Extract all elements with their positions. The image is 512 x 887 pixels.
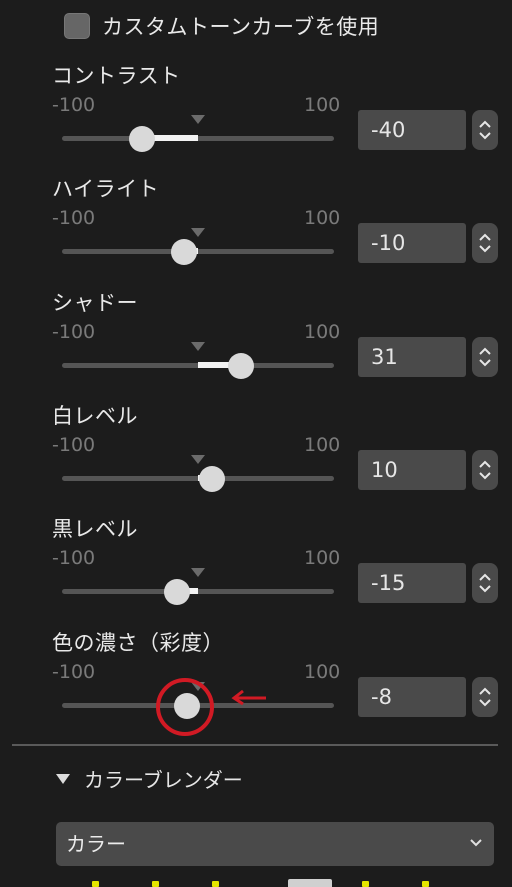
collapse-triangle-icon[interactable] — [56, 773, 70, 784]
color-blender-title: カラーブレンダー — [84, 768, 243, 792]
slider-track[interactable] — [62, 589, 334, 594]
slider-section: コントラスト -100 100 -40 — [0, 60, 512, 174]
section-divider — [12, 744, 498, 746]
default-position-marker — [191, 115, 205, 124]
slider-section: 白レベル -100 100 10 — [0, 400, 512, 514]
slider-thumb[interactable] — [228, 353, 255, 379]
slider-thumb[interactable] — [170, 239, 197, 265]
custom-tone-curve-checkbox[interactable] — [64, 13, 90, 39]
slider-value-input[interactable]: 10 — [358, 450, 466, 490]
swatch-marker — [212, 881, 219, 887]
slider-section: 色の濃さ（彩度） -100 100 -8 — [0, 627, 512, 741]
slider-section: ハイライト -100 100 -10 — [0, 173, 512, 287]
slider-title: シャドー — [52, 291, 138, 315]
color-swatch-strip — [90, 878, 450, 887]
default-position-marker — [191, 455, 205, 464]
chevron-up-icon[interactable] — [478, 232, 492, 242]
slider-section: シャドー -100 100 31 — [0, 287, 512, 401]
slider-section: 黒レベル -100 100 -15 — [0, 513, 512, 627]
chevron-down-icon[interactable] — [478, 698, 492, 708]
slider-min-label: -100 — [52, 321, 96, 343]
chevron-up-icon[interactable] — [478, 119, 492, 129]
slider-max-label: 100 — [304, 321, 341, 343]
slider-min-label: -100 — [52, 547, 96, 569]
value-stepper[interactable] — [472, 110, 498, 150]
slider-max-label: 100 — [304, 434, 341, 456]
slider-thumb[interactable] — [163, 579, 190, 605]
value-stepper[interactable] — [472, 677, 498, 717]
color-blender-header[interactable]: カラーブレンダー — [56, 764, 243, 793]
value-stepper[interactable] — [472, 563, 498, 603]
chevron-down-icon — [470, 839, 482, 847]
slider-min-label: -100 — [52, 207, 96, 229]
slider-min-label: -100 — [52, 434, 96, 456]
custom-tone-curve-label: カスタムトーンカーブを使用 — [102, 15, 380, 39]
slider-max-label: 100 — [304, 94, 341, 116]
slider-min-label: -100 — [52, 661, 96, 683]
chevron-up-icon[interactable] — [478, 686, 492, 696]
slider-max-label: 100 — [304, 547, 341, 569]
chevron-down-icon[interactable] — [478, 358, 492, 368]
slider-title: ハイライト — [52, 177, 160, 201]
slider-max-label: 100 — [304, 661, 341, 683]
slider-value-input[interactable]: -10 — [358, 223, 466, 263]
slider-value-input[interactable]: 31 — [358, 337, 466, 377]
highlight-circle-annotation — [155, 678, 214, 736]
slider-track[interactable] — [62, 136, 334, 141]
custom-tone-curve-toggle[interactable]: カスタムトーンカーブを使用 — [64, 10, 379, 42]
slider-title: 色の濃さ（彩度） — [52, 631, 224, 655]
value-stepper[interactable] — [472, 450, 498, 490]
chevron-down-icon[interactable] — [478, 471, 492, 481]
slider-thumb[interactable] — [199, 466, 225, 492]
color-blender-dropdown-value: カラー — [66, 832, 126, 856]
value-stepper[interactable] — [472, 337, 498, 377]
slider-track[interactable] — [62, 249, 334, 254]
slider-thumb[interactable] — [128, 126, 155, 152]
slider-max-label: 100 — [304, 207, 341, 229]
chevron-up-icon[interactable] — [478, 459, 492, 469]
chevron-up-icon[interactable] — [478, 346, 492, 356]
slider-title: コントラスト — [52, 64, 181, 88]
chevron-up-icon[interactable] — [478, 572, 492, 582]
swatch-marker — [422, 881, 429, 887]
slider-value-input[interactable]: -15 — [358, 563, 466, 603]
slider-value-input[interactable]: -40 — [358, 110, 466, 150]
slider-title: 白レベル — [52, 404, 138, 428]
swatch-selector-handle[interactable] — [288, 879, 332, 887]
slider-min-label: -100 — [52, 94, 96, 116]
arrow-annotation-icon — [231, 689, 266, 706]
slider-title: 黒レベル — [52, 517, 138, 541]
default-position-marker — [191, 228, 205, 237]
swatch-marker — [152, 881, 159, 887]
default-position-marker — [191, 568, 205, 577]
color-blender-dropdown[interactable]: カラー — [56, 822, 494, 866]
swatch-marker — [92, 881, 99, 887]
slider-value-input[interactable]: -8 — [358, 677, 466, 717]
swatch-marker — [362, 881, 369, 887]
value-stepper[interactable] — [472, 223, 498, 263]
chevron-down-icon[interactable] — [478, 584, 492, 594]
chevron-down-icon[interactable] — [478, 244, 492, 254]
default-position-marker — [191, 342, 205, 351]
chevron-down-icon[interactable] — [478, 131, 492, 141]
